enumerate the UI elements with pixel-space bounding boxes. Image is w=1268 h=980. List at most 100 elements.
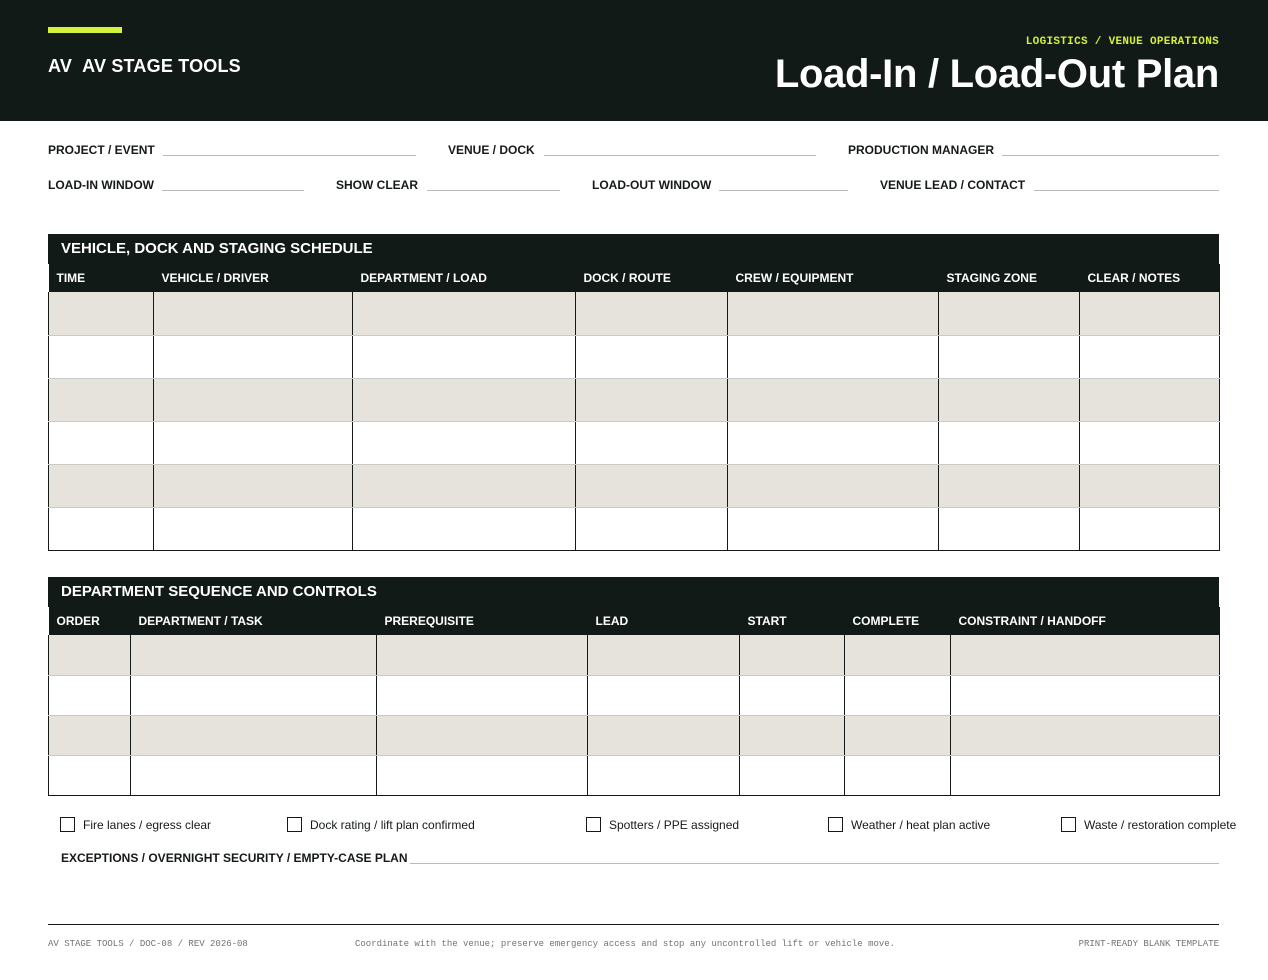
table-cell[interactable]: [739, 675, 845, 716]
table-cell[interactable]: [727, 464, 939, 508]
table-cell[interactable]: [376, 755, 588, 796]
table-cell[interactable]: [130, 635, 377, 676]
table-cell[interactable]: [938, 335, 1080, 379]
table-cell[interactable]: [48, 378, 154, 422]
checkbox[interactable]: [586, 817, 601, 832]
table-row: [48, 292, 1220, 336]
schedule-table: TIME VEHICLE / DRIVER DEPARTMENT / LOAD …: [48, 264, 1220, 551]
table-cell[interactable]: [48, 755, 131, 796]
table-cell[interactable]: [153, 292, 353, 336]
table-cell[interactable]: [48, 715, 131, 756]
table-cell[interactable]: [844, 755, 951, 796]
table-cell[interactable]: [844, 715, 951, 756]
load-out-window-field[interactable]: [719, 190, 848, 191]
table-cell[interactable]: [130, 715, 377, 756]
table-cell[interactable]: [1079, 507, 1220, 551]
project-event-field[interactable]: [163, 155, 416, 156]
table-cell[interactable]: [950, 755, 1220, 796]
venue-lead-contact-field[interactable]: [1034, 190, 1219, 191]
table-cell[interactable]: [950, 635, 1220, 676]
venue-dock-field[interactable]: [544, 155, 816, 156]
table-cell[interactable]: [575, 421, 728, 465]
checklist-label: Waste / restoration complete: [1084, 817, 1237, 832]
schedule-header-row: TIME VEHICLE / DRIVER DEPARTMENT / LOAD …: [48, 264, 1220, 292]
table-cell[interactable]: [153, 464, 353, 508]
table-cell[interactable]: [727, 335, 939, 379]
table-cell[interactable]: [376, 715, 588, 756]
table-cell[interactable]: [352, 464, 576, 508]
table-cell[interactable]: [1079, 292, 1220, 336]
table-cell[interactable]: [575, 292, 728, 336]
checkbox[interactable]: [60, 817, 75, 832]
table-cell[interactable]: [727, 292, 939, 336]
table-cell[interactable]: [48, 292, 154, 336]
checklist-item[interactable]: Weather / heat plan active: [828, 817, 990, 832]
table-cell[interactable]: [727, 421, 939, 465]
checkbox[interactable]: [287, 817, 302, 832]
table-cell[interactable]: [844, 635, 951, 676]
checklist-item[interactable]: Waste / restoration complete: [1061, 817, 1236, 832]
table-cell[interactable]: [950, 715, 1220, 756]
table-cell[interactable]: [587, 715, 740, 756]
column-header: DOCK / ROUTE: [575, 264, 728, 292]
show-clear-field[interactable]: [427, 190, 560, 191]
table-cell[interactable]: [352, 292, 576, 336]
table-cell[interactable]: [352, 421, 576, 465]
exceptions-field[interactable]: [410, 863, 1219, 864]
table-cell[interactable]: [130, 675, 377, 716]
table-cell[interactable]: [739, 635, 845, 676]
checklist-item[interactable]: Fire lanes / egress clear: [60, 817, 211, 832]
table-cell[interactable]: [153, 507, 353, 551]
accent-bar: [48, 27, 122, 33]
production-manager-field[interactable]: [1002, 155, 1219, 156]
table-cell[interactable]: [48, 635, 131, 676]
table-cell[interactable]: [587, 675, 740, 716]
table-cell[interactable]: [938, 464, 1080, 508]
checkbox[interactable]: [1061, 817, 1076, 832]
sequence-title: DEPARTMENT SEQUENCE AND CONTROLS: [48, 577, 1219, 607]
table-cell[interactable]: [48, 421, 154, 465]
table-cell[interactable]: [844, 675, 951, 716]
table-cell[interactable]: [575, 507, 728, 551]
table-cell[interactable]: [938, 292, 1080, 336]
table-cell[interactable]: [48, 464, 154, 508]
load-out-window-label: LOAD-OUT WINDOW: [592, 178, 712, 192]
table-cell[interactable]: [587, 755, 740, 796]
table-cell[interactable]: [130, 755, 377, 796]
table-cell[interactable]: [1079, 335, 1220, 379]
table-cell[interactable]: [938, 421, 1080, 465]
table-cell[interactable]: [739, 755, 845, 796]
checkbox[interactable]: [828, 817, 843, 832]
exceptions-label: EXCEPTIONS / OVERNIGHT SECURITY / EMPTY-…: [61, 851, 408, 865]
table-cell[interactable]: [352, 378, 576, 422]
table-cell[interactable]: [950, 675, 1220, 716]
header-kicker: LOGISTICS / VENUE OPERATIONS: [1025, 36, 1219, 48]
table-cell[interactable]: [575, 335, 728, 379]
table-cell[interactable]: [48, 675, 131, 716]
table-cell[interactable]: [727, 378, 939, 422]
table-cell[interactable]: [938, 507, 1080, 551]
column-header: DEPARTMENT / LOAD: [352, 264, 576, 292]
table-cell[interactable]: [376, 675, 588, 716]
table-cell[interactable]: [153, 335, 353, 379]
load-in-window-field[interactable]: [162, 190, 304, 191]
table-cell[interactable]: [352, 335, 576, 379]
table-cell[interactable]: [1079, 421, 1220, 465]
table-cell[interactable]: [1079, 464, 1220, 508]
checklist-item[interactable]: Spotters / PPE assigned: [586, 817, 739, 832]
sequence-header-row: ORDER DEPARTMENT / TASK PREREQUISITE LEA…: [48, 607, 1220, 635]
table-cell[interactable]: [575, 464, 728, 508]
table-cell[interactable]: [1079, 378, 1220, 422]
table-cell[interactable]: [739, 715, 845, 756]
table-cell[interactable]: [48, 335, 154, 379]
table-cell[interactable]: [352, 507, 576, 551]
table-cell[interactable]: [376, 635, 588, 676]
table-cell[interactable]: [153, 421, 353, 465]
table-cell[interactable]: [938, 378, 1080, 422]
table-cell[interactable]: [48, 507, 154, 551]
table-cell[interactable]: [575, 378, 728, 422]
table-cell[interactable]: [153, 378, 353, 422]
table-cell[interactable]: [587, 635, 740, 676]
checklist-item[interactable]: Dock rating / lift plan confirmed: [287, 817, 475, 832]
table-cell[interactable]: [727, 507, 939, 551]
